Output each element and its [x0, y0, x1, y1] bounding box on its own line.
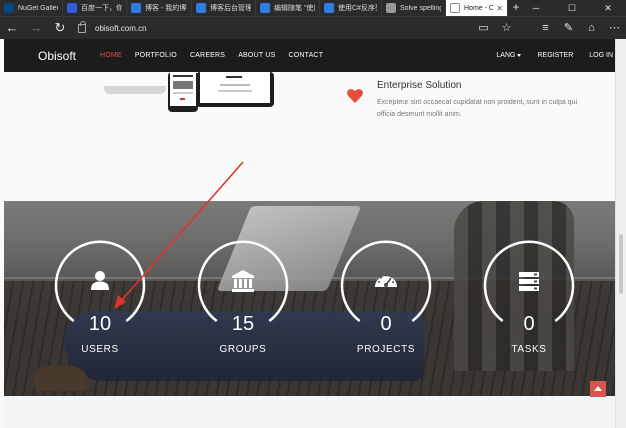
- web-note-icon[interactable]: ✎: [557, 17, 580, 40]
- tab-title: 博客后台管理: [210, 5, 251, 12]
- tab-title: 百度一下，你就: [81, 5, 122, 12]
- feature-section: Enterprise Solution Excepteur sint occae…: [4, 72, 615, 201]
- tab-strip: NuGet Gallery 百度一下，你就 博客 - 我的博客 博客后台管理 编…: [0, 0, 626, 16]
- forward-arrow-icon[interactable]: →: [24, 17, 48, 40]
- page-favicon-icon: [450, 3, 460, 13]
- share-icon[interactable]: ⌂: [580, 17, 603, 40]
- menu-item-careers[interactable]: CAREERS: [190, 52, 225, 59]
- tab-home-active[interactable]: Home - Ob ✕: [446, 0, 508, 16]
- bank-icon: [232, 270, 254, 292]
- maximize-icon[interactable]: ☐: [554, 0, 590, 16]
- tab-blog[interactable]: 博客 - 我的博客: [127, 0, 192, 16]
- url-field[interactable]: obisoft.com.cn: [72, 17, 472, 40]
- stat-users: 10 USERS: [52, 237, 148, 357]
- next-section: [4, 396, 615, 428]
- vertical-scrollbar[interactable]: [615, 39, 626, 428]
- blog-favicon-icon: [196, 3, 206, 13]
- site-navbar: Obisoft HOME PORTFOLIO CAREERS ABOUT US …: [4, 39, 615, 72]
- nuget-favicon-icon: [4, 3, 14, 13]
- feature-description: Excepteur sint occaecat cupidatat non pr…: [377, 99, 578, 118]
- menu-item-about-us[interactable]: ABOUT US: [238, 52, 275, 59]
- feature-title: Enterprise Solution: [377, 80, 462, 91]
- tab-title: 博客 - 我的博客: [145, 5, 187, 12]
- caret-down-icon: [517, 53, 522, 57]
- stat-tasks-label: TASKS: [511, 344, 547, 355]
- stat-users-value: 10: [88, 313, 112, 335]
- account-menu: LANG REGISTER LOG IN: [480, 39, 613, 72]
- blog-favicon-icon: [260, 3, 270, 13]
- back-arrow-icon[interactable]: ←: [0, 17, 24, 40]
- scroll-to-top-button[interactable]: [590, 381, 606, 397]
- tab-title: Solve spelling: [400, 4, 441, 12]
- tab-deserialize[interactable]: 使用C#反序列: [320, 0, 382, 16]
- favorite-star-icon[interactable]: ☆: [495, 17, 518, 40]
- stat-users-label: USERS: [81, 344, 119, 355]
- devices-image: [104, 72, 284, 117]
- menu-item-contact[interactable]: CONTACT: [288, 52, 323, 59]
- stat-projects-value: 0: [380, 313, 392, 335]
- main-menu: HOME PORTFOLIO CAREERS ABOUT US CONTACT: [100, 39, 336, 72]
- site-logo[interactable]: Obisoft: [38, 49, 76, 63]
- blog-favicon-icon: [131, 3, 141, 13]
- address-bar: ← → ↻ obisoft.com.cn ▭ ☆ ≡ ✎ ⌂ ⋯: [0, 16, 626, 39]
- stat-groups: 15 GROUPS: [195, 237, 291, 357]
- stat-tasks: 0 TASKS: [481, 237, 577, 357]
- tab-title: 使用C#反序列: [338, 5, 377, 12]
- hub-icon[interactable]: ≡: [534, 17, 557, 40]
- window-controls: ─ ☐ ✕: [518, 0, 626, 16]
- reading-view-icon[interactable]: ▭: [472, 17, 495, 40]
- stat-projects-label: PROJECTS: [356, 344, 416, 355]
- tab-title: NuGet Gallery: [18, 4, 58, 12]
- user-icon: [91, 271, 109, 290]
- tab-edit-post[interactable]: 编辑随笔 "使用: [256, 0, 320, 16]
- tab-nuget[interactable]: NuGet Gallery: [0, 0, 63, 16]
- tab-title: Home - Ob: [464, 4, 493, 12]
- tab-spelling[interactable]: Solve spelling: [382, 0, 446, 16]
- browser-toolbar: ▭ ☆ ≡ ✎ ⌂ ⋯: [472, 17, 626, 40]
- minimize-icon[interactable]: ─: [518, 0, 554, 16]
- refresh-icon[interactable]: ↻: [48, 17, 72, 40]
- login-link[interactable]: LOG IN: [589, 52, 613, 59]
- stat-projects: 0 PROJECTS: [338, 237, 434, 357]
- more-icon[interactable]: ⋯: [603, 17, 626, 40]
- stat-groups-label: GROUPS: [219, 344, 267, 355]
- scrollbar-thumb[interactable]: [619, 234, 623, 294]
- browser-window: NuGet Gallery 百度一下，你就 博客 - 我的博客 博客后台管理 编…: [0, 0, 626, 428]
- language-dropdown[interactable]: LANG: [496, 52, 522, 59]
- tab-blog-admin[interactable]: 博客后台管理: [192, 0, 256, 16]
- stat-tasks-value: 0: [523, 313, 535, 335]
- tab-baidu[interactable]: 百度一下，你就: [63, 0, 127, 16]
- baidu-favicon-icon: [67, 3, 77, 13]
- page-favicon-icon: [386, 3, 396, 13]
- close-window-icon[interactable]: ✕: [590, 0, 626, 16]
- server-icon: [519, 272, 539, 291]
- blog-favicon-icon: [324, 3, 334, 13]
- stat-groups-value: 15: [231, 313, 255, 335]
- heart-icon: [347, 89, 363, 103]
- menu-item-home[interactable]: HOME: [100, 52, 122, 59]
- tab-title: 编辑随笔 "使用: [274, 5, 315, 12]
- url-text[interactable]: obisoft.com.cn: [95, 24, 147, 33]
- stats-section: 10 USERS 15 GROUPS 0 PROJECTS 0 TASKS: [4, 201, 615, 396]
- close-tab-icon[interactable]: ✕: [493, 4, 503, 13]
- language-label: LANG: [496, 52, 516, 59]
- lock-icon: [78, 20, 86, 33]
- menu-item-portfolio[interactable]: PORTFOLIO: [135, 52, 177, 59]
- dashboard-icon: [375, 274, 397, 287]
- register-link[interactable]: REGISTER: [537, 52, 573, 59]
